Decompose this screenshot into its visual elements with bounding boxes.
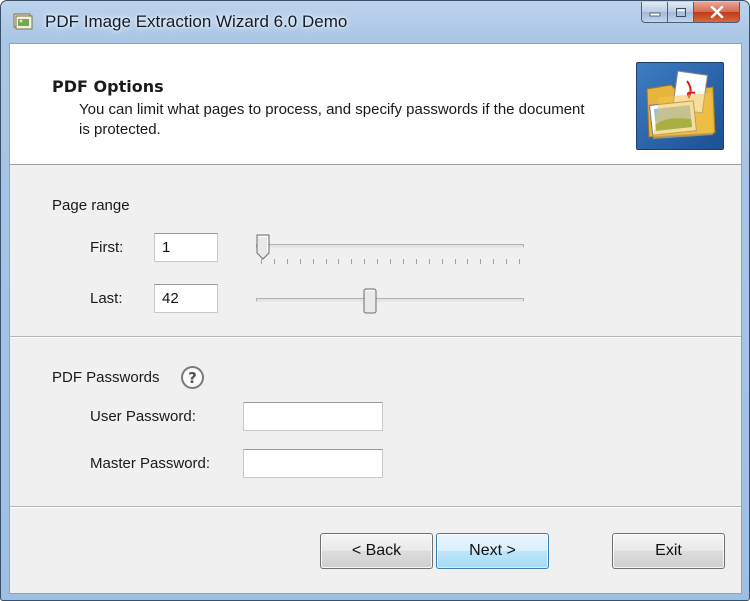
minimize-button[interactable] bbox=[641, 2, 668, 23]
slider-tick bbox=[402, 259, 404, 264]
back-button[interactable]: < Back bbox=[320, 533, 433, 569]
last-slider-track bbox=[256, 298, 524, 302]
next-button[interactable]: Next > bbox=[436, 533, 549, 569]
slider-tick bbox=[299, 259, 301, 264]
wizard-header: PDF Options You can limit what pages to … bbox=[10, 44, 741, 165]
pdf-passwords-label: PDF Passwords bbox=[52, 369, 160, 386]
first-slider-ticks bbox=[261, 259, 520, 267]
minimize-icon bbox=[649, 12, 660, 17]
slider-tick bbox=[286, 259, 288, 264]
page-title: PDF Options bbox=[52, 77, 164, 96]
wizard-client-area: PDF Options You can limit what pages to … bbox=[9, 43, 742, 594]
last-page-slider[interactable] bbox=[256, 288, 524, 328]
first-page-label: First: bbox=[90, 239, 124, 256]
slider-tick bbox=[454, 259, 456, 264]
last-slider-thumb[interactable] bbox=[363, 288, 377, 314]
slider-tick bbox=[312, 259, 314, 264]
slider-tick bbox=[480, 259, 482, 264]
first-page-slider[interactable] bbox=[256, 234, 524, 274]
slider-tick bbox=[415, 259, 417, 264]
first-slider-track bbox=[256, 244, 524, 248]
user-password-label: User Password: bbox=[90, 408, 196, 425]
slider-tick bbox=[377, 259, 379, 264]
first-slider-thumb[interactable] bbox=[256, 234, 270, 260]
exit-button[interactable]: Exit bbox=[612, 533, 725, 569]
window-title: PDF Image Extraction Wizard 6.0 Demo bbox=[45, 12, 348, 31]
slider-tick bbox=[364, 259, 366, 264]
footer-divider bbox=[10, 506, 741, 508]
slider-tick bbox=[493, 259, 495, 264]
master-password-input[interactable] bbox=[243, 449, 383, 478]
last-page-label: Last: bbox=[90, 290, 123, 307]
slider-tick bbox=[506, 259, 508, 264]
pdf-images-folder-graphic bbox=[646, 70, 716, 139]
slider-tick bbox=[467, 259, 469, 264]
first-page-input[interactable] bbox=[154, 233, 218, 262]
maximize-icon bbox=[675, 7, 686, 17]
user-password-input[interactable] bbox=[243, 402, 383, 431]
page-range-label: Page range bbox=[52, 197, 130, 214]
master-password-label: Master Password: bbox=[90, 455, 211, 472]
page-description: You can limit what pages to process, and… bbox=[79, 101, 585, 138]
slider-tick bbox=[351, 259, 353, 264]
pdf-wizard-app-icon[interactable] bbox=[12, 11, 34, 33]
slider-tick bbox=[325, 259, 327, 264]
section-divider bbox=[10, 336, 741, 338]
wizard-window: PDF Image Extraction Wizard 6.0 Demo PDF… bbox=[0, 0, 750, 601]
slider-tick bbox=[273, 259, 275, 264]
caption-buttons bbox=[641, 2, 740, 23]
slider-tick bbox=[338, 259, 340, 264]
title-bar[interactable]: PDF Image Extraction Wizard 6.0 Demo bbox=[1, 1, 749, 43]
pdf-images-folder-icon bbox=[636, 62, 724, 150]
maximize-button[interactable] bbox=[668, 2, 694, 23]
slider-tick bbox=[390, 259, 391, 264]
slider-tick bbox=[441, 259, 443, 264]
help-icon[interactable]: ? bbox=[181, 366, 204, 389]
slider-tick bbox=[428, 259, 430, 264]
close-button[interactable] bbox=[694, 2, 740, 23]
last-page-input[interactable] bbox=[154, 284, 218, 313]
close-icon bbox=[710, 6, 723, 18]
slider-tick bbox=[519, 259, 520, 264]
